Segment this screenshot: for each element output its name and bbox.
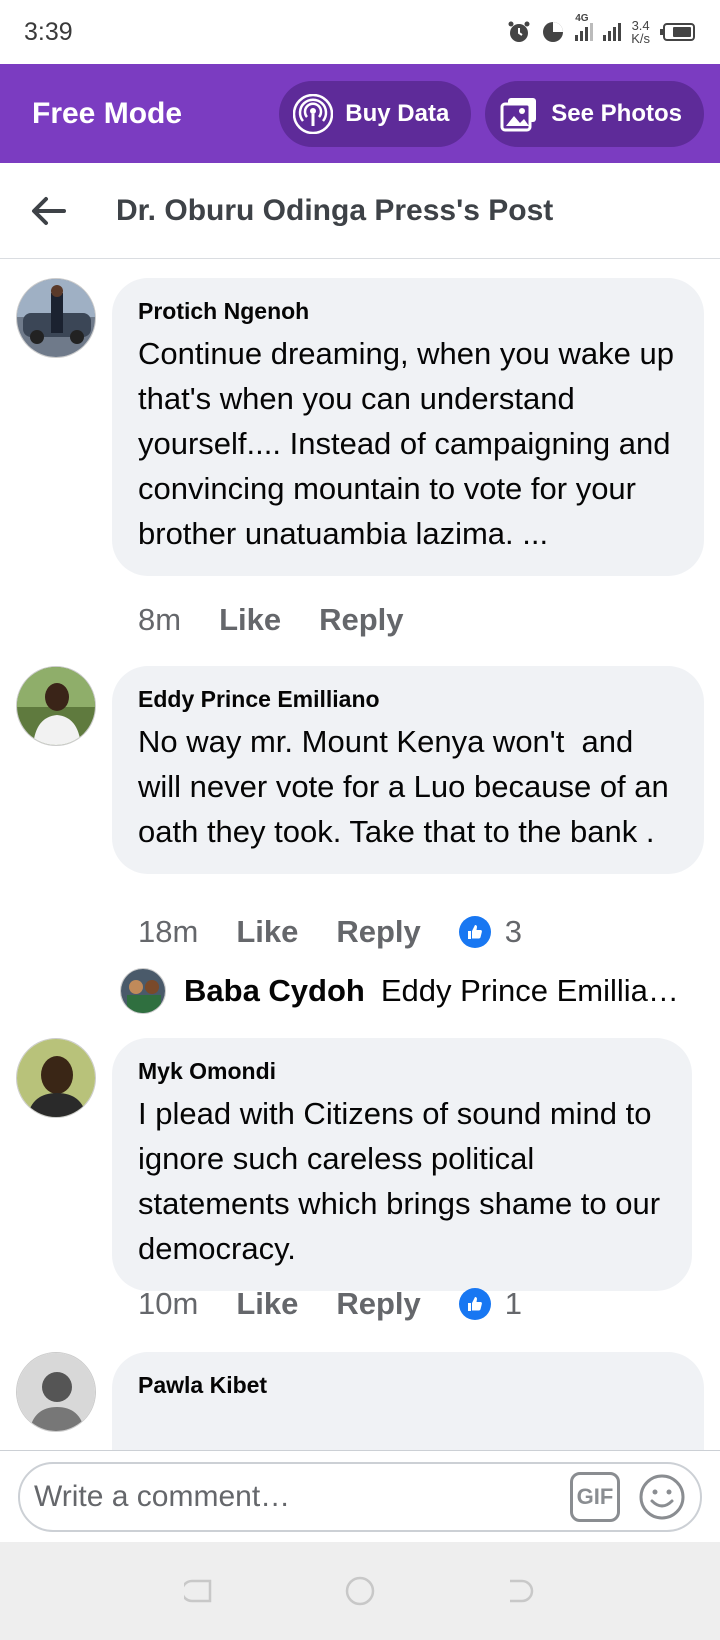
reply-button[interactable]: Reply: [319, 602, 403, 638]
like-reaction-icon: [458, 1288, 491, 1320]
post-header: Dr. Oburu Odinga Press's Post: [0, 163, 720, 259]
comment-author[interactable]: Pawla Kibet: [138, 1372, 678, 1399]
avatar[interactable]: [120, 968, 166, 1014]
buy-data-label: Buy Data: [345, 99, 450, 127]
photos-icon: [497, 92, 541, 136]
battery-icon: [660, 23, 695, 41]
back-arrow-icon: [32, 196, 66, 225]
back-button[interactable]: [0, 163, 96, 259]
avatar[interactable]: [16, 278, 96, 358]
network-speed: 3.4 K/s: [631, 19, 650, 45]
comment-bubble[interactable]: Myk Omondi I plead with Citizens of soun…: [112, 1038, 692, 1291]
comment-actions: 10m Like Reply 1: [138, 1286, 522, 1322]
comment-text: No way mr. Mount Kenya won't and will ne…: [138, 724, 678, 849]
see-photos-button[interactable]: See Photos: [485, 80, 704, 147]
page-title: Dr. Oburu Odinga Press's Post: [116, 193, 554, 227]
like-button[interactable]: Like: [236, 914, 298, 950]
reply-author[interactable]: Baba Cydoh: [184, 973, 365, 1009]
comment-author[interactable]: Eddy Prince Emilliano: [138, 686, 678, 713]
status-icons: 4G 3.4 K/s: [507, 13, 696, 45]
network-type: 4G: [575, 13, 589, 24]
data-saver-icon: [543, 22, 564, 42]
avatar[interactable]: [16, 666, 96, 746]
like-button[interactable]: Like: [236, 1286, 298, 1322]
comment-bubble[interactable]: Pawla Kibet: [112, 1352, 704, 1450]
reactions-summary[interactable]: 1: [458, 1286, 523, 1322]
reaction-count: 1: [504, 1286, 523, 1321]
avatar[interactable]: [16, 1038, 96, 1118]
reply-text: Eddy Prince Emilliano: [380, 973, 680, 1008]
speed-unit: K/s: [631, 31, 650, 46]
comment-input-box[interactable]: GIF: [18, 1461, 702, 1532]
recents-icon[interactable]: [184, 1575, 216, 1607]
free-mode-bar: Free Mode Buy Data See Photos: [0, 64, 720, 163]
gif-button[interactable]: GIF: [570, 1471, 620, 1522]
comment-composer: GIF: [0, 1450, 720, 1542]
avatar[interactable]: [16, 1352, 96, 1432]
comment-time: 8m: [138, 602, 182, 637]
network-4g-icon: 4G: [575, 13, 594, 41]
comment-bubble[interactable]: Protich Ngenoh Continue dreaming, when y…: [112, 278, 704, 576]
home-icon[interactable]: [344, 1575, 376, 1607]
comment-time: 18m: [138, 914, 199, 949]
signal-icon: [603, 23, 622, 41]
comment-time: 10m: [138, 1286, 199, 1321]
comments-feed[interactable]: Protich Ngenoh Continue dreaming, when y…: [0, 260, 720, 1450]
comment-actions: 18m Like Reply 3: [138, 914, 522, 950]
emoji-icon[interactable]: [638, 1473, 686, 1521]
status-bar: 3:39 4G 3.4 K/s: [0, 0, 720, 64]
comment-author[interactable]: Myk Omondi: [138, 1058, 666, 1085]
alarm-icon: [508, 21, 530, 42]
reply-button[interactable]: Reply: [336, 1286, 420, 1322]
comment-author[interactable]: Protich Ngenoh: [138, 298, 678, 325]
like-reaction-icon: [458, 916, 491, 948]
buy-data-button[interactable]: Buy Data: [279, 80, 472, 147]
comment-actions: 8m Like Reply: [138, 602, 442, 638]
like-button[interactable]: Like: [219, 602, 281, 638]
reaction-count: 3: [504, 914, 523, 949]
free-mode-title: Free Mode: [32, 96, 183, 130]
back-nav-icon[interactable]: [504, 1575, 536, 1607]
see-photos-label: See Photos: [551, 99, 682, 127]
reply-preview[interactable]: Baba Cydoh Eddy Prince Emilliano: [120, 968, 680, 1014]
reply-button[interactable]: Reply: [336, 914, 420, 950]
comment-bubble[interactable]: Eddy Prince Emilliano No way mr. Mount K…: [112, 666, 704, 874]
gif-label: GIF: [576, 1483, 614, 1509]
status-time: 3:39: [24, 17, 73, 46]
comment-input[interactable]: [34, 1479, 570, 1514]
comment-text: Continue dreaming, when you wake up that…: [138, 336, 683, 551]
reactions-summary[interactable]: 3: [458, 914, 523, 950]
broadcast-icon: [291, 92, 335, 136]
comment-text: I plead with Citizens of sound mind to i…: [138, 1096, 669, 1266]
system-nav-bar: [0, 1542, 720, 1640]
